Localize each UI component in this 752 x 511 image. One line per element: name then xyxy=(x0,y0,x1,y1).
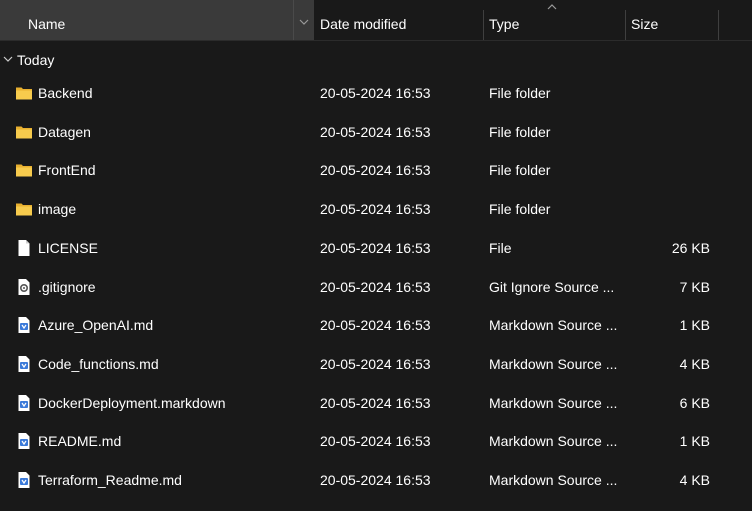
sort-ascending-icon xyxy=(547,4,557,10)
file-date-modified: 20-05-2024 16:53 xyxy=(320,239,431,256)
file-row[interactable]: FrontEnd 20-05-2024 16:53 File folder xyxy=(0,151,752,189)
markdown-file-icon xyxy=(15,355,33,373)
file-name: .gitignore xyxy=(38,278,96,295)
chevron-down-icon xyxy=(3,56,13,62)
file-date-modified: 20-05-2024 16:53 xyxy=(320,433,431,450)
file-size: 1 KB xyxy=(679,317,710,334)
file-type: File xyxy=(489,239,512,256)
markdown-file-icon xyxy=(15,432,33,450)
file-row[interactable]: .gitignore 20-05-2024 16:53 Git Ignore Sou… xyxy=(0,268,752,306)
file-row[interactable]: Terraform_Readme.md 20-05-2024 16:53 Markd… xyxy=(0,461,752,499)
file-icon xyxy=(15,239,33,257)
file-row[interactable]: Code_functions.md 20-05-2024 16:53 Markdow… xyxy=(0,345,752,383)
file-date-modified: 20-05-2024 16:53 xyxy=(320,162,431,179)
file-type: Markdown Source ... xyxy=(489,355,618,372)
file-type: File folder xyxy=(489,85,551,101)
folder-icon xyxy=(15,123,33,141)
file-row[interactable]: image 20-05-2024 16:53 File folder xyxy=(0,190,752,228)
column-header-size[interactable]: Size xyxy=(631,0,658,40)
folder-icon xyxy=(15,200,33,218)
file-type: File folder xyxy=(489,162,551,179)
file-name: Terraform_Readme.md xyxy=(38,472,182,488)
folder-icon xyxy=(15,84,33,102)
file-type: Git Ignore Source ... xyxy=(489,278,615,295)
column-divider[interactable] xyxy=(718,10,719,40)
column-dropdown-chevron-icon[interactable] xyxy=(293,0,314,40)
file-size: 1 KB xyxy=(679,433,710,450)
column-header-name-label: Name xyxy=(28,16,66,32)
file-name: LICENSE xyxy=(38,239,98,256)
file-row[interactable]: Azure_OpenAI.md 20-05-2024 16:53 Markdown … xyxy=(0,306,752,344)
file-row[interactable]: Backend 20-05-2024 16:53 File folder xyxy=(0,74,752,112)
file-date-modified: 20-05-2024 16:53 xyxy=(320,394,431,411)
file-name: Code_functions.md xyxy=(38,355,159,372)
file-date-modified: 20-05-2024 16:53 xyxy=(320,355,431,372)
file-name: Backend xyxy=(38,85,93,101)
file-row[interactable]: DockerDeployment.markdown 20-05-2024 16:5… xyxy=(0,384,752,422)
file-row[interactable]: Datagen 20-05-2024 16:53 File folder xyxy=(0,113,752,151)
file-row[interactable]: LICENSE 20-05-2024 16:53 File 26 KB xyxy=(0,229,752,267)
file-size: 6 KB xyxy=(679,394,710,411)
file-name: FrontEnd xyxy=(38,162,96,179)
file-name: README.md xyxy=(38,433,122,450)
file-date-modified: 20-05-2024 16:53 xyxy=(320,123,431,140)
group-header-today[interactable]: Today xyxy=(0,50,400,70)
markdown-file-icon xyxy=(15,316,33,334)
file-size: 4 KB xyxy=(679,472,710,488)
file-row[interactable]: README.md 20-05-2024 16:53 Markdown Source… xyxy=(0,422,752,460)
file-date-modified: 20-05-2024 16:53 xyxy=(320,472,431,488)
file-date-modified: 20-05-2024 16:53 xyxy=(320,317,431,334)
file-type: Markdown Source ... xyxy=(489,394,618,411)
markdown-file-icon xyxy=(15,471,33,489)
column-header-date[interactable]: Date modified xyxy=(320,0,406,40)
file-name: Datagen xyxy=(38,123,91,140)
file-type: Markdown Source ... xyxy=(489,472,618,488)
file-type: File folder xyxy=(489,201,551,218)
settings-file-icon xyxy=(15,278,33,296)
folder-icon xyxy=(15,161,33,179)
column-header-name[interactable]: Name xyxy=(0,0,314,40)
file-name: Azure_OpenAI.md xyxy=(38,317,154,334)
file-type: File folder xyxy=(489,123,551,140)
file-date-modified: 20-05-2024 16:53 xyxy=(320,201,431,218)
column-header-type[interactable]: Type xyxy=(489,0,519,40)
column-divider[interactable] xyxy=(625,10,626,40)
file-date-modified: 20-05-2024 16:53 xyxy=(320,278,431,295)
column-header-bar: Name Date modified Type Size xyxy=(0,0,752,41)
file-name: image xyxy=(38,201,77,218)
file-size: 7 KB xyxy=(679,278,710,295)
file-type: Markdown Source ... xyxy=(489,317,618,334)
group-label: Today xyxy=(17,52,55,68)
file-type: Markdown Source ... xyxy=(489,433,618,450)
file-size: 4 KB xyxy=(679,355,710,372)
file-name: DockerDeployment.markdown xyxy=(38,394,226,411)
markdown-file-icon xyxy=(15,394,33,412)
file-size: 26 KB xyxy=(671,239,710,256)
column-divider[interactable] xyxy=(483,10,484,40)
file-date-modified: 20-05-2024 16:53 xyxy=(320,85,431,101)
